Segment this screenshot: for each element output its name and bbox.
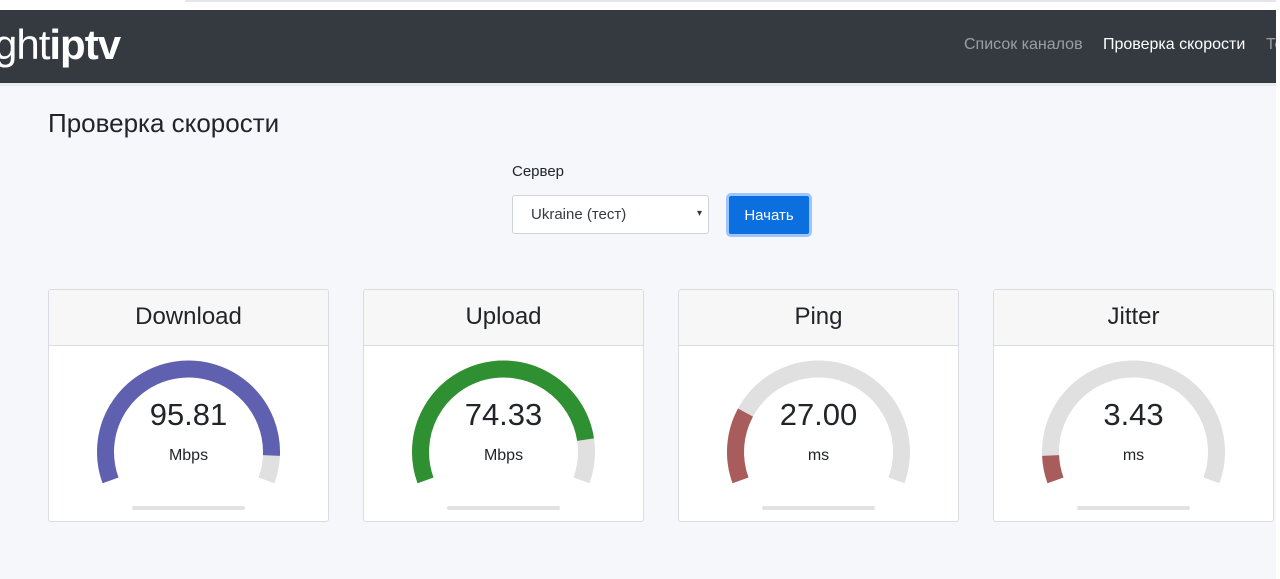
gauge-ping xyxy=(727,360,910,484)
server-select[interactable]: Ukraine (тест) ▾ xyxy=(512,195,709,234)
metric-unit: Mbps xyxy=(483,447,524,464)
chevron-down-icon: ▾ xyxy=(696,208,702,219)
metric-card-jitter: Jitter 3.43 ms xyxy=(993,289,1274,522)
metric-value: 95.81 xyxy=(149,397,228,432)
metric-title: Download xyxy=(49,290,328,346)
progress-bar xyxy=(762,506,875,510)
metric-unit: Mbps xyxy=(168,447,209,464)
metric-value: 27.00 xyxy=(779,397,858,432)
gauge-jitter xyxy=(1042,360,1225,484)
screen-edge xyxy=(1276,0,1280,579)
page-title: Проверка скорости xyxy=(48,108,280,138)
metric-card-ping: Ping 27.00 ms xyxy=(678,289,959,522)
metric-value: 74.33 xyxy=(464,397,543,432)
start-button[interactable]: Начать xyxy=(726,193,812,237)
progress-bar xyxy=(1077,506,1190,510)
gauge-upload xyxy=(412,360,595,484)
metric-title: Jitter xyxy=(994,290,1273,346)
progress-bar xyxy=(447,506,560,510)
brand-text-bold: iptv xyxy=(49,21,121,68)
metric-unit: ms xyxy=(1122,447,1145,464)
progress-bar xyxy=(132,506,245,510)
metric-card-upload: Upload 74.33 Mbps xyxy=(363,289,644,522)
navbar: ghtiptv Список каналов Проверка скорости… xyxy=(0,10,1280,83)
server-select-value: Ukraine (тест) xyxy=(531,206,627,223)
navbar-shadow xyxy=(0,83,1280,86)
brand-text-light: ght xyxy=(0,21,50,68)
metric-title: Ping xyxy=(679,290,958,346)
gauge-download xyxy=(97,360,280,484)
metric-value: 3.43 xyxy=(1103,397,1164,432)
browser-top-strip xyxy=(0,0,1280,10)
top-strip-line xyxy=(185,0,1280,2)
nav-link-channel-list[interactable]: Список каналов xyxy=(964,36,1083,54)
metric-unit: ms xyxy=(807,447,830,464)
nav-link-speed-test[interactable]: Проверка скорости xyxy=(1103,36,1245,54)
brand-logo[interactable]: ghtiptv xyxy=(0,21,121,68)
metric-card-download: Download 95.81 Mbps xyxy=(48,289,329,522)
metric-title: Upload xyxy=(364,290,643,346)
server-label: Сервер xyxy=(512,163,565,180)
